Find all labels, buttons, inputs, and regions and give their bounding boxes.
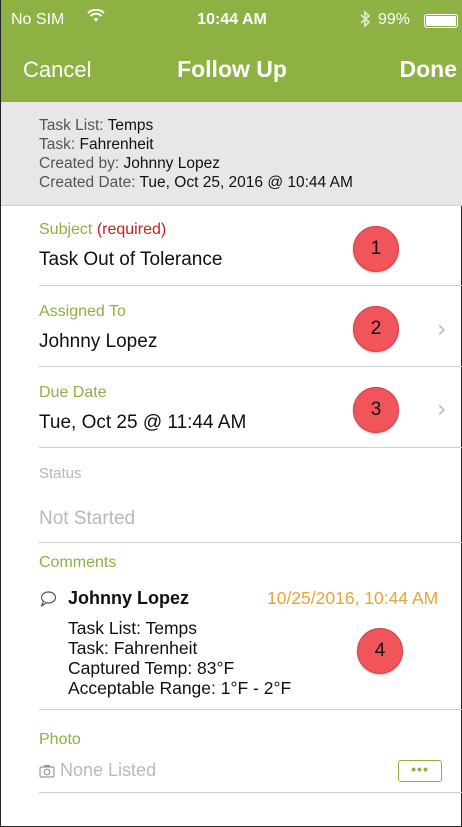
battery-icon [424, 14, 458, 28]
status-value: Not Started [39, 508, 136, 529]
speech-bubble-icon [39, 590, 57, 613]
annotation-badge-3: 3 [353, 387, 399, 433]
more-options-button[interactable]: ••• [398, 760, 442, 782]
divider [39, 542, 462, 543]
chevron-right-icon[interactable]: › [437, 395, 447, 423]
comment-line: Task: Fahrenheit [68, 638, 198, 658]
divider [39, 366, 462, 367]
comments-section: Comments [39, 554, 462, 572]
subject-label: Subject (required) [39, 221, 167, 238]
assigned-to-value[interactable]: Johnny Lopez [39, 331, 462, 353]
comment-body: Task List: Temps Task: Fahrenheit Captur… [68, 618, 291, 698]
status-field: Status Not Started [39, 465, 462, 530]
assigned-to-label: Assigned To [39, 303, 126, 320]
divider [39, 709, 462, 710]
divider [39, 447, 462, 448]
photo-section: Photo [39, 731, 462, 749]
info-created-date: Created Date: Tue, Oct 25, 2016 @ 10:44 … [39, 174, 353, 191]
comment-date: 10/25/2016, 10:44 AM [267, 588, 439, 608]
photo-label: Photo [39, 731, 81, 748]
annotation-badge-2: 2 [353, 306, 399, 352]
due-date-label: Due Date [39, 384, 107, 401]
info-created-by: Created by: Johnny Lopez [39, 155, 220, 172]
comment-line: Task List: Temps [68, 618, 198, 638]
status-label: Status [39, 465, 82, 482]
bluetooth-icon [359, 10, 371, 33]
divider [39, 792, 462, 793]
chevron-right-icon[interactable]: › [437, 315, 447, 343]
info-task-list: Task List: Temps [39, 117, 154, 134]
nav-bar: Cancel Follow Up Done [1, 42, 462, 102]
due-date-value[interactable]: Tue, Oct 25 @ 11:44 AM [39, 412, 462, 434]
annotation-badge-4: 4 [357, 628, 403, 674]
status-bar: No SIM 10:44 AM 99% [1, 0, 462, 42]
comment-author: Johnny Lopez [68, 588, 189, 608]
photo-row: None Listed [39, 760, 156, 783]
annotation-badge-1: 1 [353, 226, 399, 272]
page-title: Follow Up [177, 56, 287, 82]
comment-line: Acceptable Range: 1°F - 2°F [68, 678, 292, 698]
required-marker: (required) [96, 221, 167, 238]
info-task: Task: Fahrenheit [39, 136, 154, 153]
comment-line: Captured Temp: 83°F [68, 658, 235, 678]
task-info-panel: Task List: Temps Task: Fahrenheit Create… [1, 102, 462, 206]
divider [39, 285, 462, 286]
photo-value: None Listed [60, 760, 157, 780]
battery-fill [426, 16, 456, 26]
battery-percent: 99% [378, 11, 411, 28]
screen: No SIM 10:44 AM 99% Cancel Follow Up Don… [0, 0, 462, 827]
done-button[interactable]: Done [400, 56, 458, 83]
comments-label: Comments [39, 554, 117, 571]
camera-icon [39, 762, 55, 783]
